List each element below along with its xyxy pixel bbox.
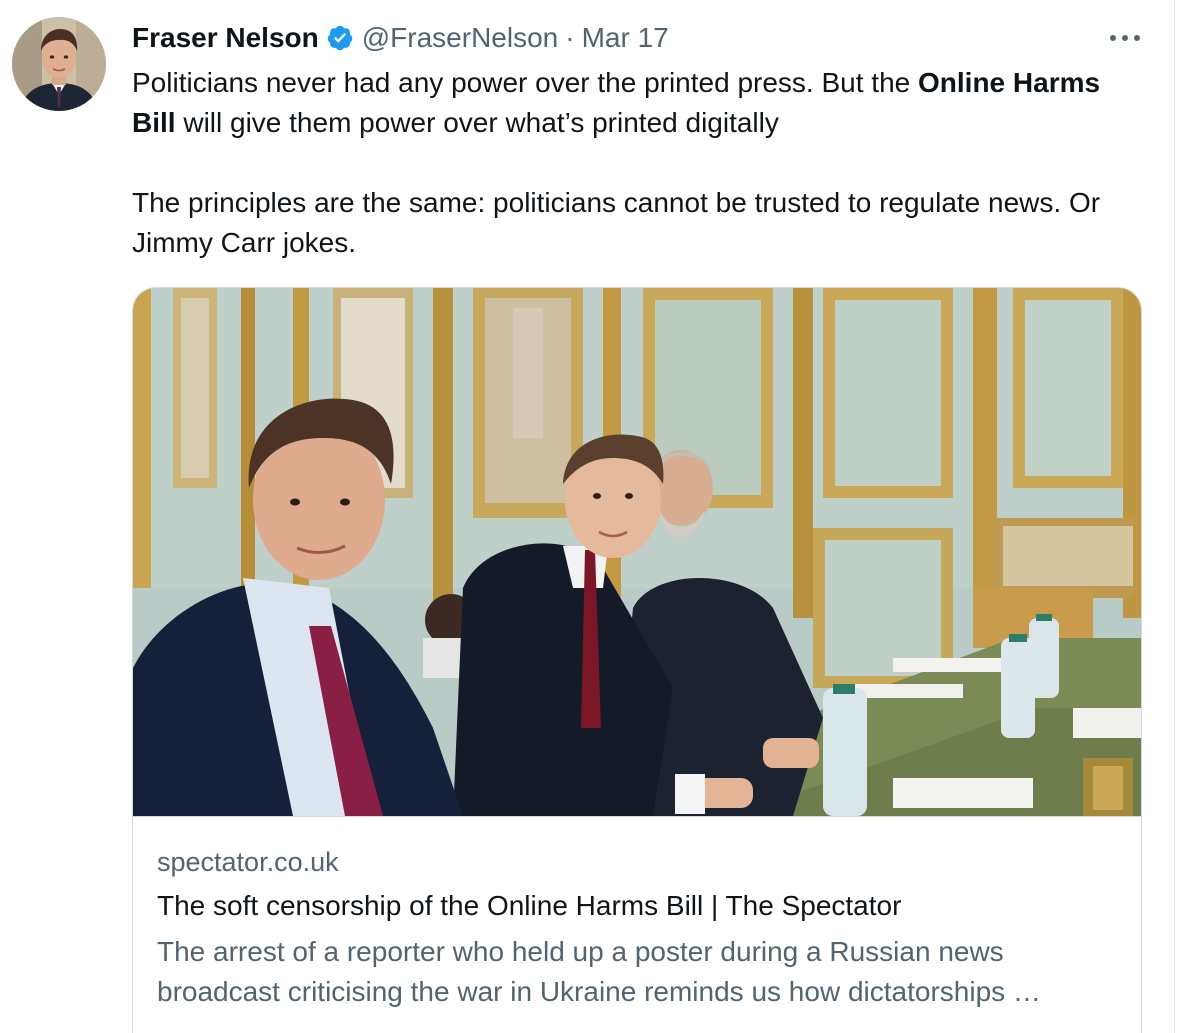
more-dot	[1122, 35, 1128, 41]
column-divider	[1174, 0, 1175, 1033]
author-name[interactable]: Fraser Nelson	[132, 20, 319, 56]
tweet-paragraph-2: The principles are the same: politicians…	[132, 187, 1101, 258]
more-horizontal-icon[interactable]	[1108, 26, 1142, 50]
tweet-header: Fraser Nelson @FraserNelson · Mar 17	[132, 20, 669, 56]
author-handle[interactable]: @FraserNelson	[362, 20, 558, 56]
meeting-photo	[133, 288, 1141, 816]
verified-badge-icon	[327, 25, 352, 51]
tweet-text-part: will give them power over what’s printed…	[175, 107, 779, 138]
tweet-text: Politicians never had any power over the…	[132, 63, 1142, 263]
avatar-image	[12, 17, 106, 111]
avatar[interactable]	[12, 17, 106, 111]
card-description: The arrest of a reporter who held up a p…	[157, 936, 1041, 1007]
more-dot	[1110, 35, 1116, 41]
card-domain: spectator.co.uk	[157, 847, 339, 877]
card-title[interactable]: The soft censorship of the Online Harms …	[157, 888, 901, 924]
more-dot	[1134, 35, 1140, 41]
card-divider	[133, 816, 1141, 817]
tweet-date[interactable]: Mar 17	[582, 20, 669, 56]
tweet-paragraph-1: Politicians never had any power over the…	[132, 63, 1142, 143]
link-card[interactable]: spectator.co.uk The soft censorship of t…	[132, 287, 1142, 1033]
tweet-text-part: Politicians never had any power over the…	[132, 67, 918, 98]
tweet: Fraser Nelson @FraserNelson · Mar 17 Pol…	[0, 0, 1179, 1033]
card-image[interactable]	[133, 288, 1141, 816]
header-separator: ·	[565, 22, 575, 53]
